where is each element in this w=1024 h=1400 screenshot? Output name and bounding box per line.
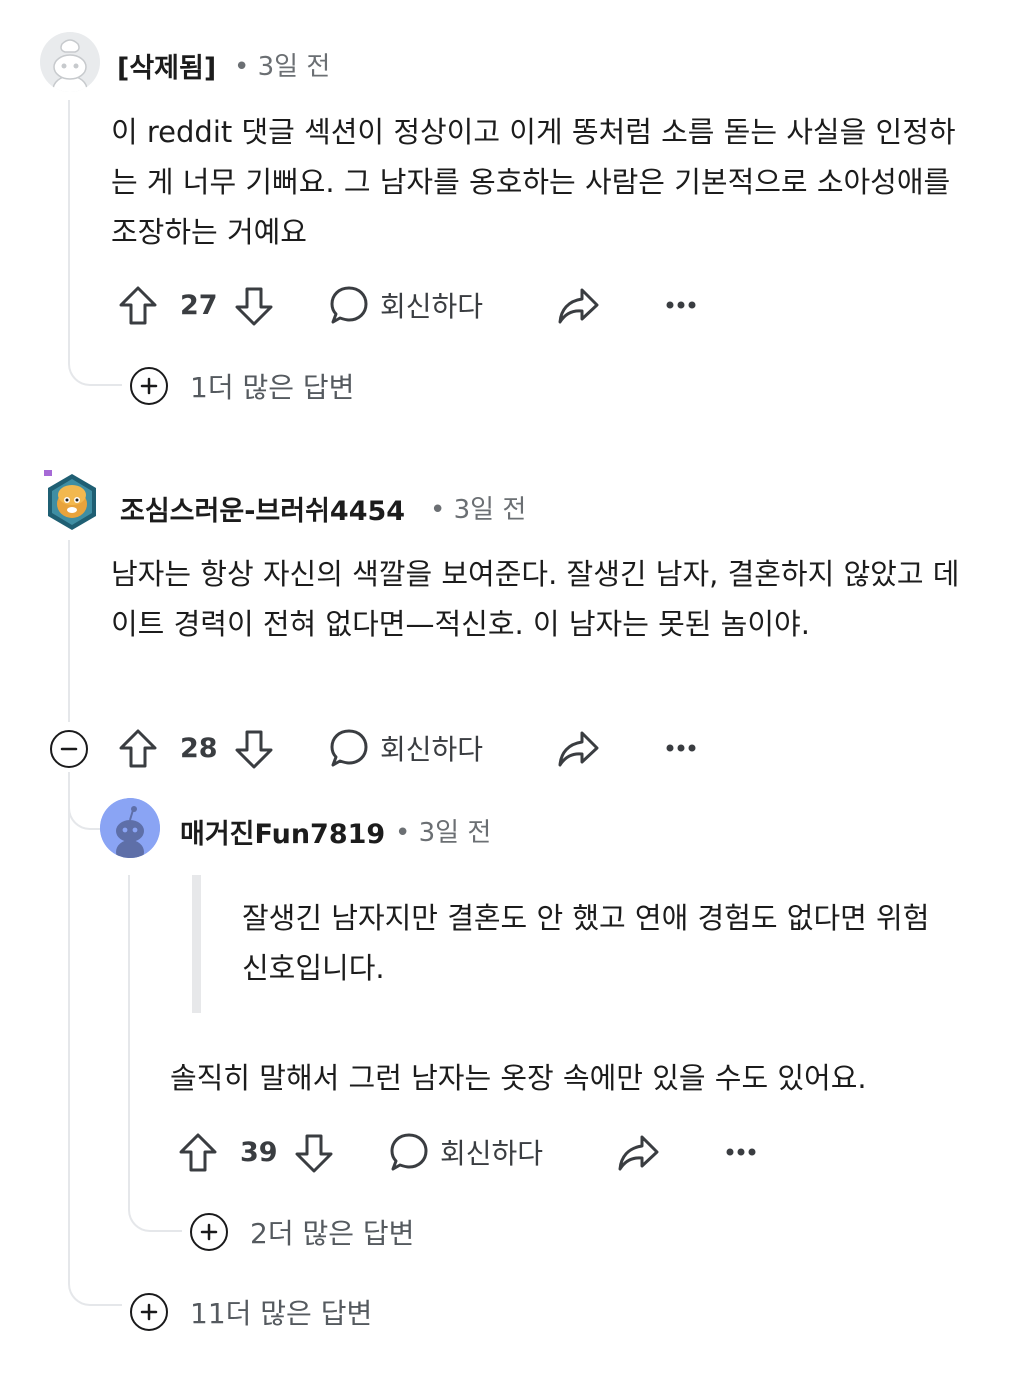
downvote-button[interactable] xyxy=(292,1131,336,1175)
expand-plus-icon xyxy=(190,1213,228,1251)
collapse-minus-icon xyxy=(50,730,88,768)
share-arrow-icon xyxy=(558,288,599,324)
thread-line[interactable] xyxy=(68,100,70,340)
share-arrow-icon xyxy=(618,1135,659,1171)
comment-action-bar: 28 회신하다 xyxy=(116,719,716,779)
share-button[interactable] xyxy=(556,729,600,769)
reply-label: 회신하다 xyxy=(440,1137,544,1170)
thread-line[interactable] xyxy=(128,875,130,1193)
upvote-arrow-icon xyxy=(119,729,157,768)
avatar[interactable] xyxy=(42,470,98,530)
downvote-arrow-icon xyxy=(235,730,273,769)
comment-bubble-icon xyxy=(330,729,368,767)
share-button[interactable] xyxy=(616,1133,660,1173)
thread-line[interactable] xyxy=(68,772,70,1260)
vote-count: 27 xyxy=(180,290,218,321)
more-dots-icon xyxy=(666,744,696,752)
comment-author[interactable]: 조심스러운-브러쉬4454 xyxy=(120,489,405,528)
thread-elbow xyxy=(128,1180,182,1232)
custom-snoo-avatar-icon xyxy=(44,470,96,530)
snoo-blue-avatar-icon xyxy=(100,798,160,858)
reply-button[interactable]: 회신하다 xyxy=(328,727,483,769)
more-dots-icon xyxy=(726,1148,756,1156)
comment-author[interactable]: [삭제됨] xyxy=(117,46,216,85)
comment-action-bar: 27 회신하다 xyxy=(116,276,716,336)
comment-body: 이 reddit 댓글 섹션이 정상이고 이게 똥처럼 소름 돋는 사실을 인정… xyxy=(111,115,956,249)
more-replies-button[interactable]: 2더 많은 답변 xyxy=(190,1212,414,1252)
reply-button[interactable]: 회신하다 xyxy=(328,284,483,326)
blockquote-bar xyxy=(192,875,201,1013)
share-button[interactable] xyxy=(556,286,600,326)
vote-count: 28 xyxy=(180,733,218,764)
comment-timestamp: • 3일 전 xyxy=(234,52,331,82)
comment-bubble-icon xyxy=(330,286,368,324)
downvote-button[interactable] xyxy=(232,284,276,328)
more-options-button[interactable] xyxy=(664,292,698,318)
comment-action-bar: 39 회신하다 xyxy=(176,1123,776,1183)
upvote-button[interactable] xyxy=(176,1131,220,1175)
comment-timestamp: • 3일 전 xyxy=(395,818,492,848)
more-options-button[interactable] xyxy=(724,1139,758,1165)
more-options-button[interactable] xyxy=(664,735,698,761)
upvote-button[interactable] xyxy=(116,284,160,328)
reply-label: 회신하다 xyxy=(380,290,484,323)
comment-thread: [삭제됨] • 3일 전 이 reddit 댓글 섹션이 정상이고 이게 똥처럼… xyxy=(0,0,1024,1400)
quoted-text: 잘생긴 남자지만 결혼도 안 했고 연애 경험도 없다면 위험 신호입니다. xyxy=(242,901,930,985)
thread-elbow xyxy=(68,330,122,386)
comment-timestamp: • 3일 전 xyxy=(430,495,527,525)
avatar[interactable] xyxy=(100,798,160,858)
downvote-button[interactable] xyxy=(232,727,276,771)
collapse-thread-button[interactable] xyxy=(50,730,88,768)
share-arrow-icon xyxy=(558,731,599,767)
avatar[interactable] xyxy=(40,32,100,92)
vote-count: 39 xyxy=(240,1137,278,1168)
comment-body: 남자는 항상 자신의 색깔을 보여준다. 잘생긴 남자, 결혼하지 않았고 데이… xyxy=(111,557,960,641)
more-replies-label: 1더 많은 답변 xyxy=(190,371,355,404)
more-dots-icon xyxy=(666,301,696,309)
comment-body: 솔직히 말해서 그런 남자는 옷장 속에만 있을 수도 있어요. xyxy=(170,1061,867,1095)
snoo-default-avatar-icon xyxy=(40,32,100,92)
thread-elbow xyxy=(68,1250,122,1306)
expand-plus-icon xyxy=(130,367,168,405)
downvote-arrow-icon xyxy=(295,1134,333,1173)
more-replies-button[interactable]: 11더 많은 답변 xyxy=(130,1292,372,1332)
comment-bubble-icon xyxy=(390,1133,428,1171)
upvote-arrow-icon xyxy=(179,1133,217,1172)
downvote-arrow-icon xyxy=(235,287,273,326)
more-replies-label: 2더 많은 답변 xyxy=(250,1217,415,1250)
more-replies-label: 11더 많은 답변 xyxy=(190,1297,373,1330)
thread-line[interactable] xyxy=(68,540,70,722)
comment-author[interactable]: 매거진Fun7819 xyxy=(180,812,385,851)
reply-button[interactable]: 회신하다 xyxy=(388,1131,543,1173)
expand-plus-icon xyxy=(130,1293,168,1331)
upvote-button[interactable] xyxy=(116,727,160,771)
reply-label: 회신하다 xyxy=(380,733,484,766)
more-replies-button[interactable]: 1더 많은 답변 xyxy=(130,366,354,406)
thread-elbow xyxy=(68,772,102,830)
upvote-arrow-icon xyxy=(119,286,157,325)
